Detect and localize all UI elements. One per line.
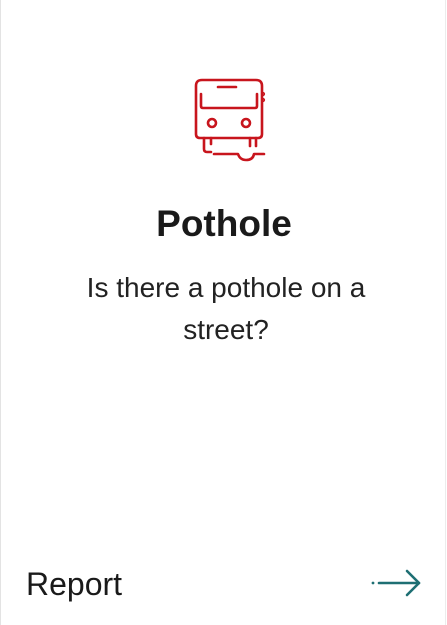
card-description: Is there a pothole on a street?	[86, 272, 366, 345]
pothole-icon-container	[1, 72, 447, 172]
report-label: Report	[26, 566, 123, 602]
card-title: Pothole	[156, 203, 292, 244]
pothole-card[interactable]: Pothole Is there a pothole on a street? …	[0, 0, 446, 625]
arrow-right-icon	[371, 569, 421, 597]
pothole-vehicle-icon	[194, 78, 266, 162]
report-link[interactable]: Report	[1, 556, 447, 616]
